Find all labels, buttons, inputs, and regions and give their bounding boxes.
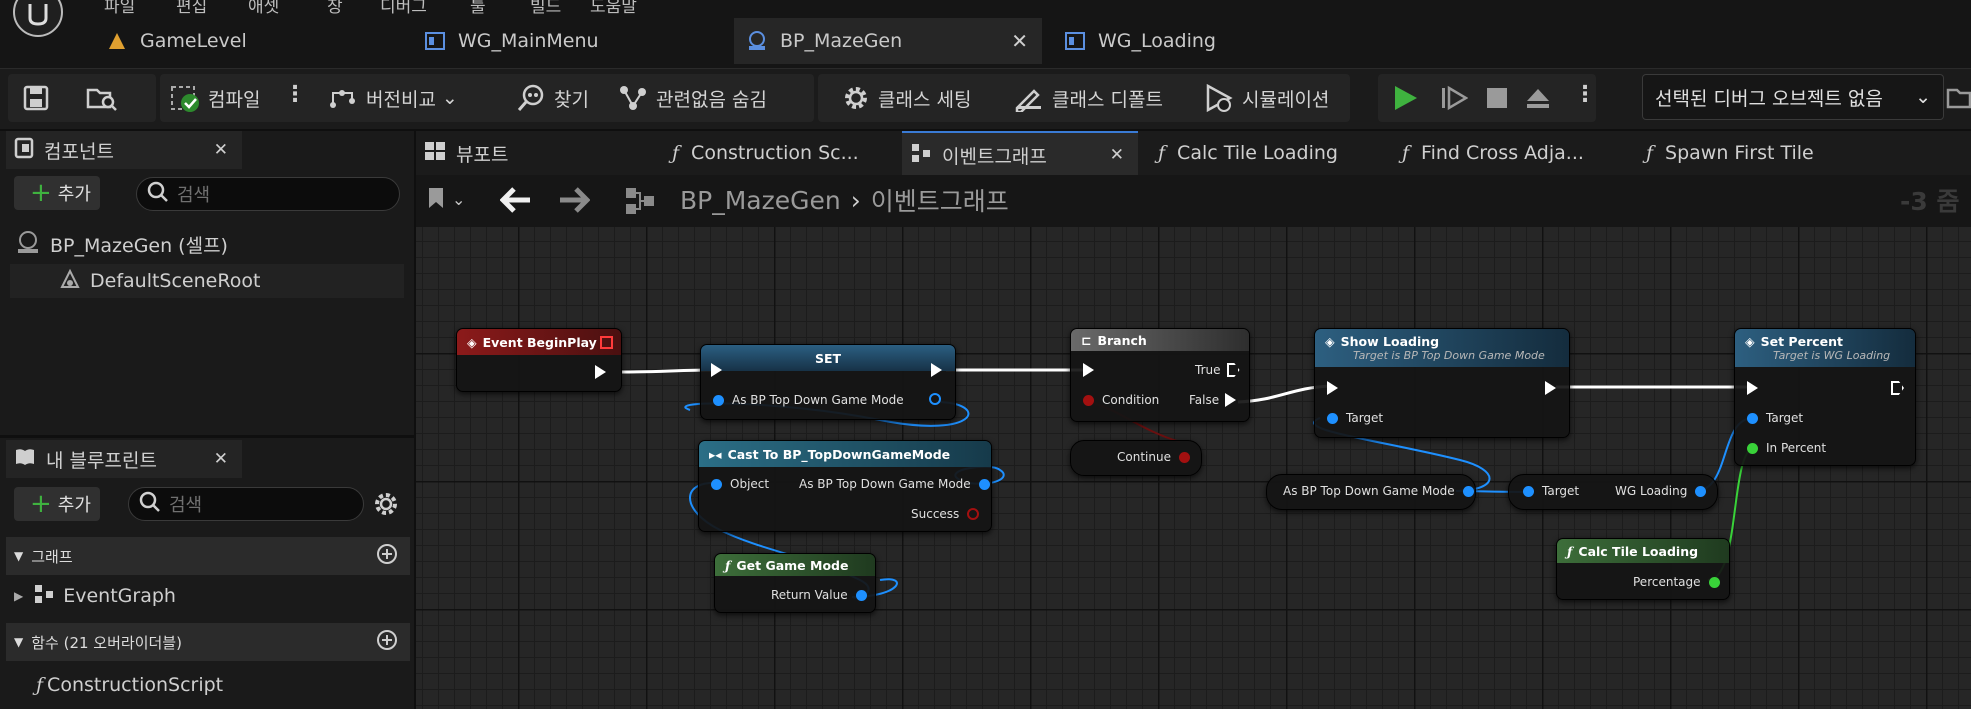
success-pin[interactable]: Success	[911, 507, 980, 521]
node-continue[interactable]: Continue	[1070, 440, 1202, 476]
cast-output-pin[interactable]: As BP Top Down Game Mode	[799, 477, 990, 491]
pin-label: As BP Top Down Game Mode	[799, 477, 971, 491]
pin-label: Target	[1346, 411, 1384, 425]
event-icon: ◈	[467, 334, 477, 350]
true-pin[interactable]: True	[1195, 363, 1240, 377]
node-title: Set Percent	[1760, 334, 1843, 349]
node-header: ◈ Show Loading Target is BP Top Down Game…	[1315, 329, 1569, 367]
pin-label: True	[1195, 363, 1221, 377]
branch-icon: ⊏	[1081, 332, 1092, 348]
exec-out-pin[interactable]	[1891, 381, 1904, 395]
cast-icon: ▸◂	[709, 446, 722, 462]
pin-label: Return Value	[771, 588, 848, 602]
function-icon: ƒ	[725, 557, 731, 573]
pin-label: Object	[730, 477, 770, 491]
node-header: ⊏ Branch	[1071, 329, 1249, 351]
function-call-icon: ◈	[1745, 334, 1755, 349]
node-title: Calc Tile Loading	[1578, 543, 1699, 559]
node-header: ƒ Get Game Mode	[715, 554, 875, 576]
false-pin[interactable]: False	[1189, 393, 1237, 407]
node-header: ▸◂ Cast To BP_TopDownGameMode	[699, 441, 991, 467]
node-get-game-mode[interactable]: ƒ Get Game Mode Return Value	[714, 553, 876, 613]
return-value-pin[interactable]: Return Value	[771, 588, 867, 602]
exec-out-pin[interactable]	[1545, 381, 1556, 395]
exec-in-pin[interactable]	[1083, 363, 1094, 377]
object-input-pin[interactable]: Object	[711, 477, 769, 491]
node-subtitle: Target is BP Top Down Game Mode	[1353, 349, 1545, 362]
node-title: SET	[814, 350, 842, 366]
node-calc-tile-loading[interactable]: ƒ Calc Tile Loading Percentage	[1556, 538, 1730, 600]
pin-label: In Percent	[1766, 441, 1827, 455]
function-icon: ƒ	[1567, 543, 1573, 559]
pin-label: Percentage	[1633, 575, 1701, 589]
node-title: Branch	[1097, 332, 1147, 348]
delegate-pin-icon[interactable]	[600, 335, 613, 349]
exec-in-pin[interactable]	[1747, 381, 1758, 395]
node-event-beginplay[interactable]: ◈ Event BeginPlay	[456, 328, 622, 392]
pin-label: Success	[911, 507, 960, 521]
set-input-pin[interactable]: As BP Top Down Game Mode	[713, 393, 904, 407]
pin-label: Target	[1766, 411, 1804, 425]
target-pin[interactable]: Target	[1747, 411, 1803, 425]
node-set-percent[interactable]: ◈ Set Percent Target is WG Loading Target…	[1734, 328, 1916, 466]
pin-label: As BP Top Down Game Mode	[732, 393, 904, 407]
target-pin[interactable]: Target	[1327, 411, 1383, 425]
node-show-loading[interactable]: ◈ Show Loading Target is BP Top Down Game…	[1314, 328, 1570, 438]
percentage-pin[interactable]: Percentage	[1633, 575, 1720, 589]
pin-label: Condition	[1102, 393, 1160, 407]
exec-out-pin[interactable]	[595, 365, 606, 379]
node-header: ƒ Calc Tile Loading	[1557, 539, 1729, 563]
node-set[interactable]: SET As BP Top Down Game Mode	[700, 344, 956, 420]
node-title: Get Game Mode	[736, 557, 849, 573]
node-title: Event BeginPlay	[482, 334, 597, 350]
pin-label: Continue	[1117, 450, 1171, 464]
node-title: Cast To BP_TopDownGameMode	[727, 446, 951, 462]
target-pin[interactable]: Target	[1523, 484, 1579, 498]
continue-pin[interactable]: Continue	[1117, 450, 1190, 464]
node-get-wg-loading[interactable]: Target WG Loading	[1508, 474, 1718, 510]
function-call-icon: ◈	[1325, 334, 1335, 349]
exec-in-pin[interactable]	[1327, 381, 1338, 395]
node-subtitle: Target is WG Loading	[1773, 349, 1891, 362]
var-output-pin[interactable]: As BP Top Down Game Mode	[1283, 484, 1474, 498]
pin-label: False	[1189, 393, 1220, 407]
condition-pin[interactable]: Condition	[1083, 393, 1159, 407]
node-header: ◈ Event BeginPlay	[457, 329, 621, 355]
exec-out-pin[interactable]	[931, 363, 942, 377]
node-header: SET	[701, 345, 955, 371]
exec-in-pin[interactable]	[711, 363, 722, 377]
wires-layer	[621, 368, 1753, 599]
set-output-pin[interactable]	[929, 393, 941, 405]
node-branch[interactable]: ⊏ Branch True Condition False	[1070, 328, 1250, 422]
wg-loading-pin[interactable]: WG Loading	[1615, 484, 1707, 498]
node-cast[interactable]: ▸◂ Cast To BP_TopDownGameMode Object As …	[698, 440, 992, 532]
in-percent-pin[interactable]: In Percent	[1747, 441, 1826, 455]
node-get-var[interactable]: As BP Top Down Game Mode	[1266, 474, 1476, 510]
pin-label: Target	[1542, 484, 1580, 498]
pin-label: As BP Top Down Game Mode	[1283, 484, 1455, 498]
node-title: Show Loading	[1340, 334, 1440, 349]
pin-label: WG Loading	[1615, 484, 1688, 498]
node-header: ◈ Set Percent Target is WG Loading	[1735, 329, 1915, 367]
